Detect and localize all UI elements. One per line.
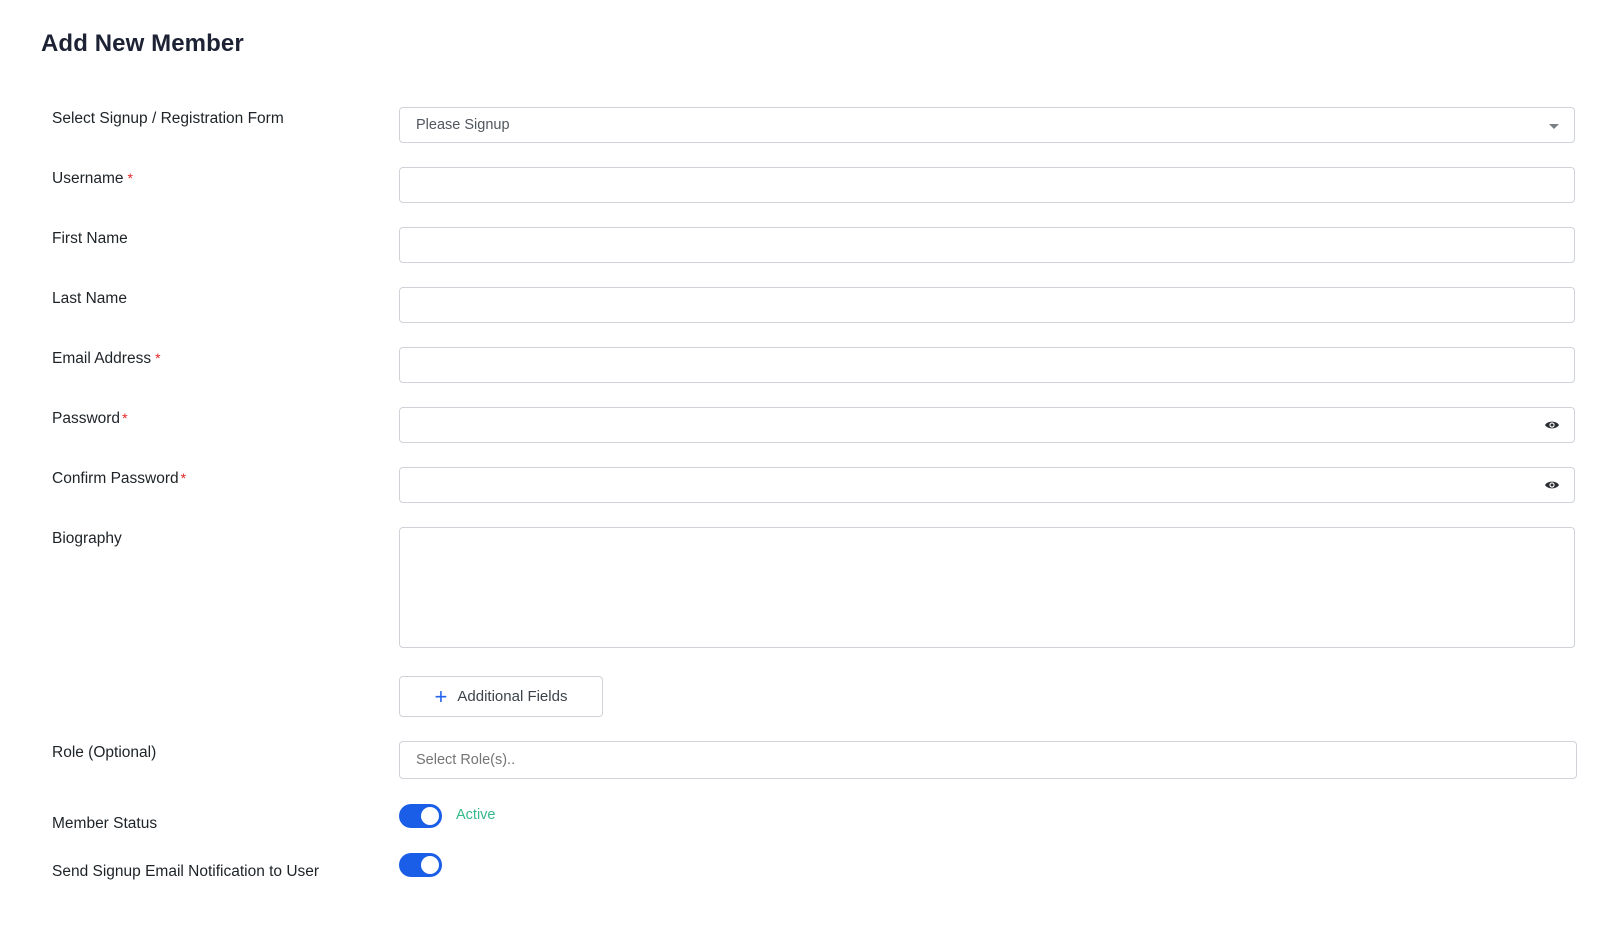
signup-notification-toggle[interactable] [399, 853, 442, 877]
required-marker: * [127, 170, 133, 186]
signup-form-select[interactable]: Please Signup [399, 107, 1575, 143]
member-status-text: Active [456, 807, 496, 823]
toggle-knob [421, 807, 439, 825]
role-select[interactable] [399, 741, 1577, 779]
eye-icon[interactable] [1544, 418, 1560, 432]
last-name-input[interactable] [400, 288, 1574, 322]
additional-fields-label: Additional Fields [457, 688, 568, 705]
username-label-text: Username [52, 170, 124, 187]
first-name-input[interactable] [400, 228, 1574, 262]
page-title: Add New Member [41, 30, 244, 57]
required-marker: * [122, 410, 128, 426]
last-name-field[interactable] [399, 287, 1575, 323]
username-input[interactable] [400, 168, 1574, 202]
biography-textarea[interactable] [399, 527, 1575, 648]
signup-form-label: Select Signup / Registration Form [52, 110, 284, 127]
member-status-toggle[interactable] [399, 804, 442, 828]
username-field[interactable] [399, 167, 1575, 203]
biography-label: Biography [52, 530, 122, 547]
password-label-text: Password [52, 410, 121, 427]
email-field[interactable] [399, 347, 1575, 383]
password-input[interactable] [400, 408, 1574, 442]
add-member-page: Add New Member Select Signup / Registrat… [0, 0, 1622, 931]
email-input[interactable] [400, 348, 1574, 382]
plus-icon: + [434, 683, 448, 709]
additional-fields-button[interactable]: + Additional Fields [399, 676, 603, 717]
confirm-password-label: Confirm Password * [52, 470, 186, 488]
required-marker: * [180, 470, 187, 486]
email-label: Email Address * [52, 350, 161, 368]
password-field[interactable] [399, 407, 1575, 443]
role-input[interactable] [400, 742, 1576, 778]
confirm-password-label-text: Confirm Password [52, 470, 179, 487]
toggle-knob [421, 856, 439, 874]
confirm-password-field[interactable] [399, 467, 1575, 503]
role-label: Role (Optional) [52, 744, 157, 761]
last-name-label: Last Name [52, 290, 127, 307]
eye-icon[interactable] [1544, 478, 1560, 492]
first-name-label: First Name [52, 230, 128, 247]
signup-notification-label: Send Signup Email Notification to User [52, 863, 320, 880]
caret-down-icon [1549, 124, 1559, 129]
password-label: Password * [52, 410, 128, 428]
required-marker: * [155, 350, 161, 366]
email-label-text: Email Address [52, 350, 152, 367]
signup-form-selected-value: Please Signup [416, 117, 510, 133]
username-label: Username * [52, 170, 133, 188]
member-status-label: Member Status [52, 815, 158, 832]
first-name-field[interactable] [399, 227, 1575, 263]
confirm-password-input[interactable] [400, 468, 1574, 502]
